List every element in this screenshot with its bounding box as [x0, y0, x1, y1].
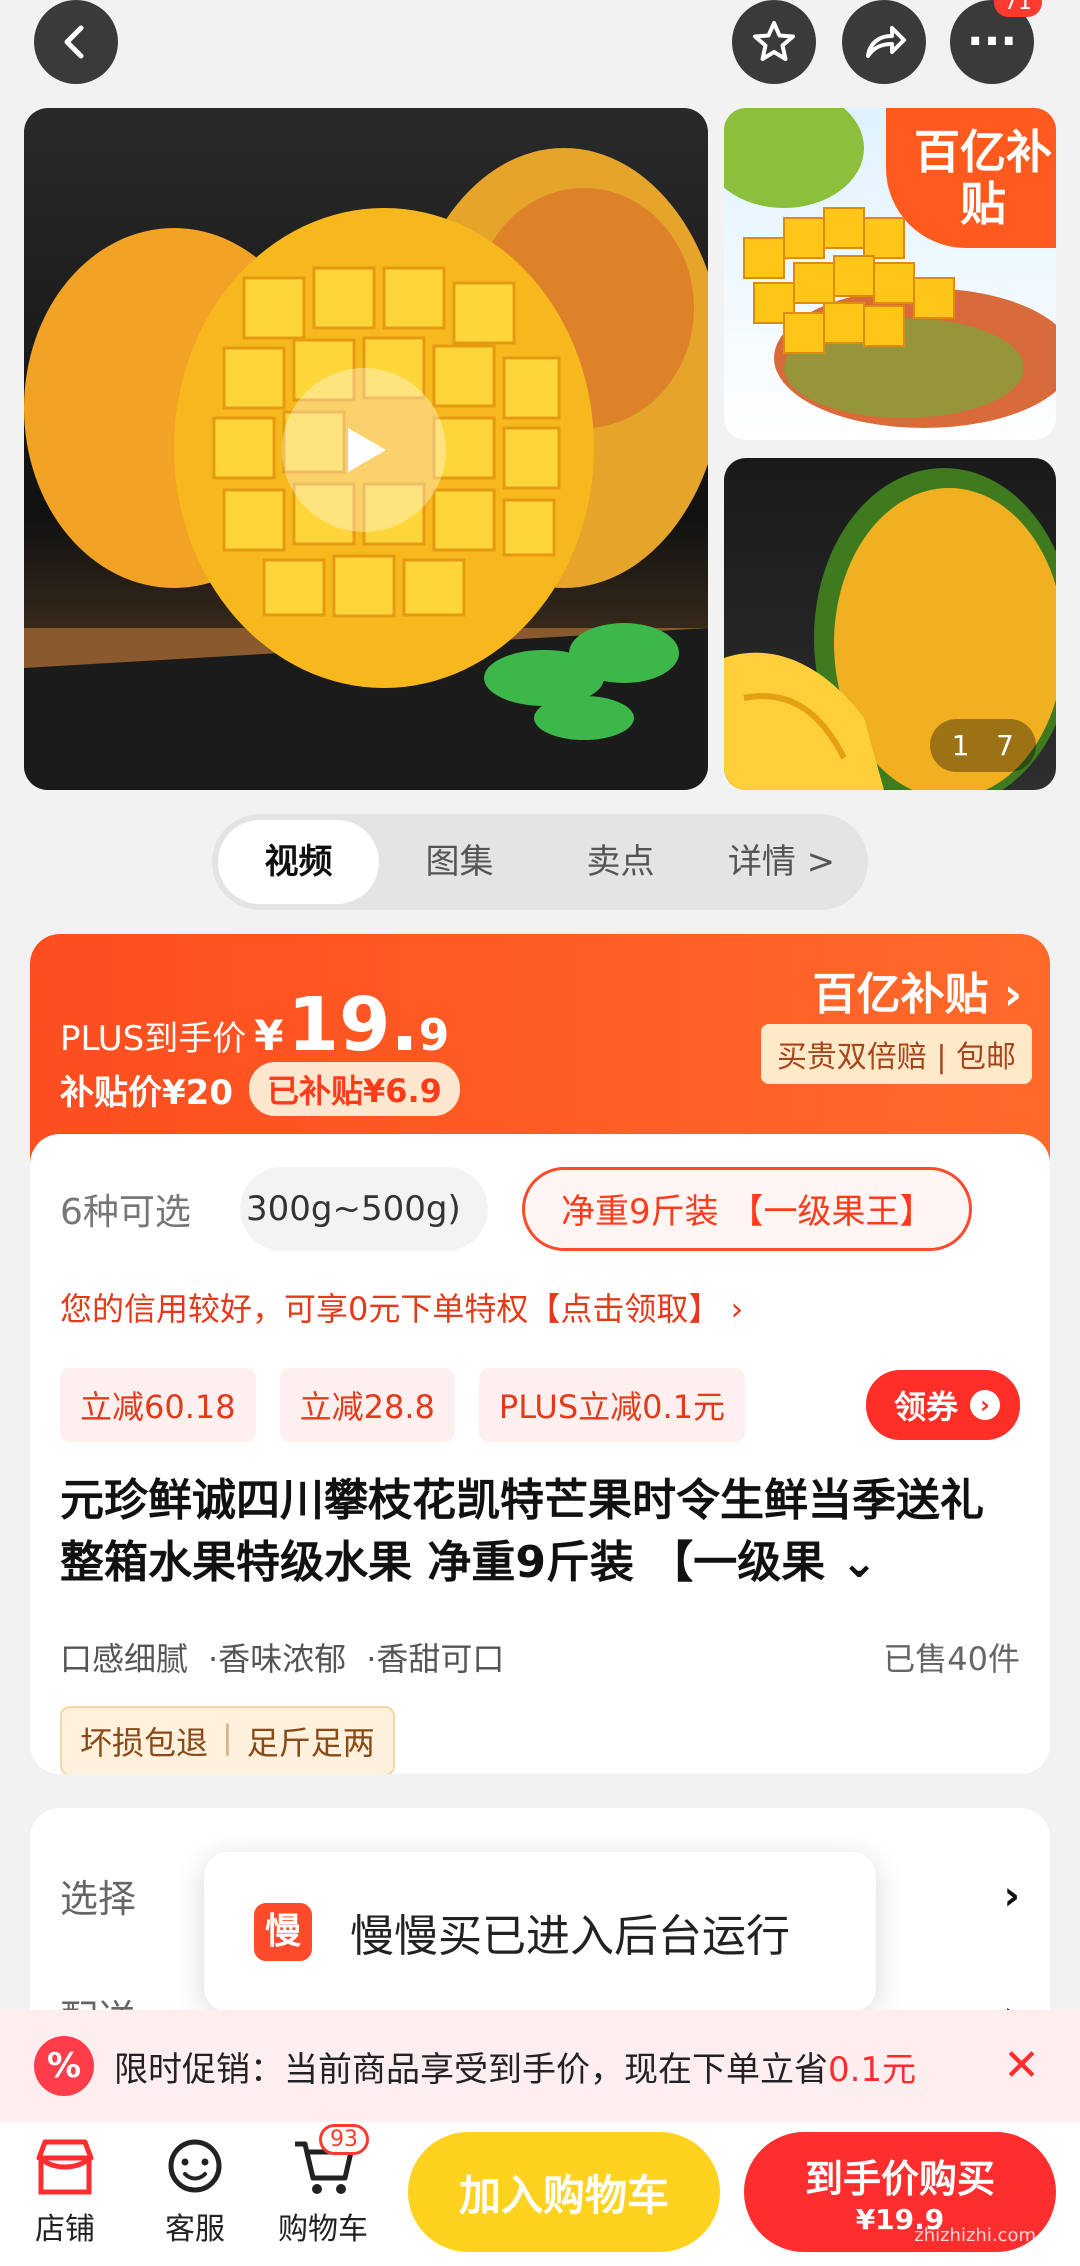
promo-tag: PLUS立减0.1元 — [478, 1368, 746, 1442]
nav-store-label: 店铺 — [35, 2212, 95, 2247]
guarantee-item: 足斤足两 — [246, 1724, 375, 1762]
plus-price-label: PLUS到手价 — [60, 1019, 247, 1059]
app-logo-icon: 慢 — [254, 1903, 312, 1961]
sold-count: 已售40件 — [883, 1640, 1020, 1678]
more-dots-icon: ··· — [966, 16, 1018, 67]
watermark: zhizhizhi.com — [914, 2225, 1036, 2246]
spec-option-selected[interactable]: 净重9斤装 【一级果王】 — [522, 1167, 973, 1251]
price-decimal: 9 — [418, 1010, 450, 1061]
chevron-right-icon: › — [970, 1390, 1000, 1420]
tab-video[interactable]: 视频 — [218, 820, 379, 904]
service-guarantees[interactable]: 坏损包退 | 足斤足两 — [60, 1706, 395, 1774]
guarantee-item: 坏损包退 — [80, 1724, 209, 1762]
price-integer: 19. — [287, 982, 419, 1068]
background-toast: 慢 慢慢买已进入后台运行 — [204, 1852, 876, 2012]
customer-service-icon — [163, 2136, 227, 2198]
favorite-button[interactable] — [732, 0, 816, 84]
share-icon — [866, 26, 906, 58]
promo-banner-text: 限时促销：当前商品享受到手价，现在下单立省0.1元 — [114, 2042, 916, 2091]
chevron-right-icon: › — [1003, 1872, 1020, 1919]
promo-banner[interactable]: % 限时促销：当前商品享受到手价，现在下单立省0.1元 ✕ — [0, 2010, 1080, 2122]
credit-privilege-link[interactable]: 您的信用较好，可享0元下单特权【点击领取】 › — [60, 1284, 743, 1330]
play-icon — [348, 428, 386, 472]
star-icon — [753, 21, 795, 61]
feature-row: 口感细腻 ·香味浓郁 ·香甜可口 已售40件 — [60, 1634, 1020, 1680]
nav-cart[interactable]: 93 购物车 — [268, 2124, 378, 2248]
back-arrow-icon — [64, 25, 84, 59]
product-thumbnail-1[interactable]: 百亿补贴 — [724, 108, 1056, 440]
store-icon — [33, 2136, 97, 2198]
spec-option[interactable]: 300g~500g) — [240, 1167, 488, 1251]
back-button[interactable] — [34, 0, 118, 84]
nav-cart-label: 购物车 — [278, 2212, 368, 2247]
tab-gallery[interactable]: 图集 — [379, 820, 540, 904]
image-counter: 1 7 — [929, 719, 1036, 772]
close-icon[interactable]: ✕ — [1003, 2040, 1040, 2091]
promo-tag: 立减60.18 — [60, 1368, 256, 1442]
nav-service[interactable]: 客服 — [140, 2136, 250, 2248]
cart-icon: 93 — [291, 2124, 369, 2198]
promo-banner-message: 限时促销：当前商品享受到手价，现在下单立省 — [114, 2049, 828, 2090]
price-card: PLUS到手价 ¥ 19. 9 补贴价¥20 已补贴¥6.9 百亿补贴 › 买贵… — [30, 934, 1050, 1774]
notification-badge: 71 — [994, 0, 1042, 17]
price-header: PLUS到手价 ¥ 19. 9 补贴价¥20 已补贴¥6.9 百亿补贴 › 买贵… — [30, 934, 1050, 1164]
more-button[interactable]: ··· 71 — [950, 0, 1042, 84]
divider: | — [222, 1718, 233, 1756]
product-gallery[interactable]: 百亿补贴 1 7 — [24, 108, 1056, 790]
play-video-button[interactable] — [282, 368, 446, 532]
nav-store[interactable]: 店铺 — [10, 2136, 120, 2248]
tab-selling-points[interactable]: 卖点 — [540, 820, 701, 904]
subsidized-amount: 已补贴¥6.9 — [248, 1062, 460, 1116]
spec-count: 6种可选 — [60, 1192, 191, 1233]
select-label: 选择 — [60, 1877, 137, 1921]
feature-tag: 口感细腻 — [60, 1640, 189, 1678]
subsidy-line: 补贴价¥20 已补贴¥6.9 — [60, 1062, 460, 1116]
promo-row: 立减60.18 立减28.8 PLUS立减0.1元 领券 › — [60, 1368, 1020, 1442]
get-coupon-button[interactable]: 领券 › — [865, 1370, 1020, 1440]
yi-subsidy-logo[interactable]: 百亿补贴 › — [813, 958, 1022, 1022]
product-title[interactable]: 元珍鲜诚四川攀枝花凯特芒果时令生鲜当季送礼整箱水果特级水果 净重9斤装 【一级果… — [60, 1470, 1020, 1594]
add-to-cart-button[interactable]: 加入购物车 — [408, 2132, 720, 2252]
product-info: 6种可选 300g~500g) 净重9斤装 【一级果王】 您的信用较好，可享0元… — [30, 1134, 1050, 1774]
spec-selector: 6种可选 300g~500g) 净重9斤装 【一级果王】 — [60, 1164, 1020, 1254]
buy-now-label: 到手价购买 — [804, 2157, 995, 2201]
feature-tag: ·香味浓郁 — [208, 1640, 347, 1678]
promo-banner-highlight: 0.1元 — [828, 2049, 917, 2090]
image-total: 7 — [996, 729, 1014, 762]
image-index: 1 — [951, 729, 970, 762]
feature-tag: ·香甜可口 — [366, 1640, 505, 1678]
currency-symbol: ¥ — [254, 1011, 284, 1060]
discount-icon: % — [34, 2036, 94, 2096]
toast-message: 慢慢买已进入后台运行 — [350, 1911, 790, 1962]
cart-count-badge: 93 — [319, 2124, 369, 2155]
guarantee-tag: 买贵双倍赔 | 包邮 — [760, 1024, 1032, 1084]
product-video-thumbnail[interactable] — [24, 108, 708, 790]
tab-details[interactable]: 详情 > — [701, 820, 862, 904]
share-button[interactable] — [842, 0, 926, 84]
buy-now-button[interactable]: 到手价购买 ¥19.9 zhizhizhi.com — [744, 2132, 1056, 2252]
plus-price: PLUS到手价 ¥ 19. 9 — [60, 982, 449, 1068]
promo-tag: 立减28.8 — [279, 1368, 455, 1442]
bottom-action-bar: 店铺 客服 93 购物车 加入购物车 到手价购买 ¥19.9 zhizhizhi… — [0, 2122, 1080, 2266]
subsidy-price: 补贴价¥20 — [60, 1072, 233, 1113]
media-tabs: 视频 图集 卖点 详情 > — [212, 814, 868, 910]
subsidy-badge: 百亿补贴 — [886, 108, 1056, 248]
product-thumbnail-2[interactable]: 1 7 — [724, 458, 1056, 790]
coupon-label: 领券 — [893, 1388, 958, 1426]
nav-service-label: 客服 — [165, 2212, 225, 2247]
